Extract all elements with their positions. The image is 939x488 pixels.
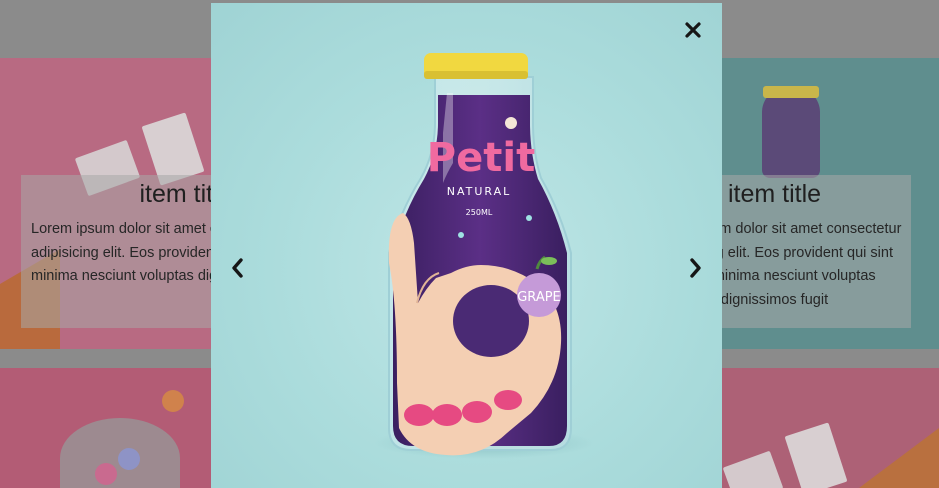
card-image bbox=[95, 463, 117, 485]
card-description: Lorem ipsum dolor sit amet consectetur a… bbox=[31, 221, 229, 284]
portfolio-card[interactable] bbox=[0, 368, 229, 488]
card-image bbox=[118, 448, 140, 470]
card-title: item title bbox=[727, 180, 822, 208]
card-image bbox=[763, 86, 819, 98]
product-brand: Petit bbox=[427, 135, 535, 181]
portfolio-card[interactable]: item title Lorem ipsum dolor sit amet co… bbox=[0, 58, 229, 349]
next-image-button[interactable] bbox=[684, 255, 706, 281]
close-button[interactable] bbox=[682, 19, 704, 41]
chevron-right-icon bbox=[690, 258, 701, 278]
card-caption: item title Lorem ipsum dolor sit amet co… bbox=[708, 175, 911, 328]
card-decoration bbox=[859, 428, 939, 488]
portfolio-card[interactable] bbox=[708, 368, 939, 488]
portfolio-card[interactable]: item title Lorem ipsum dolor sit amet co… bbox=[708, 58, 939, 349]
lightbox-modal: Petit NATURAL 250ML GRAPE bbox=[211, 3, 722, 488]
card-image bbox=[162, 390, 184, 412]
card-image bbox=[722, 450, 784, 488]
card-image bbox=[784, 422, 848, 488]
product-subbrand: NATURAL bbox=[447, 185, 512, 198]
chevron-left-icon bbox=[232, 258, 243, 278]
card-title: item title bbox=[139, 180, 229, 208]
card-description: Lorem ipsum dolor sit amet consectetur a… bbox=[708, 221, 902, 308]
card-caption: item title Lorem ipsum dolor sit amet co… bbox=[21, 175, 229, 328]
product-volume: 250ML bbox=[466, 208, 493, 217]
close-icon bbox=[685, 22, 701, 38]
product-image: Petit NATURAL 250ML GRAPE bbox=[374, 53, 594, 459]
product-flavor: GRAPE bbox=[517, 290, 561, 305]
previous-image-button[interactable] bbox=[227, 255, 249, 281]
card-image bbox=[762, 88, 820, 178]
